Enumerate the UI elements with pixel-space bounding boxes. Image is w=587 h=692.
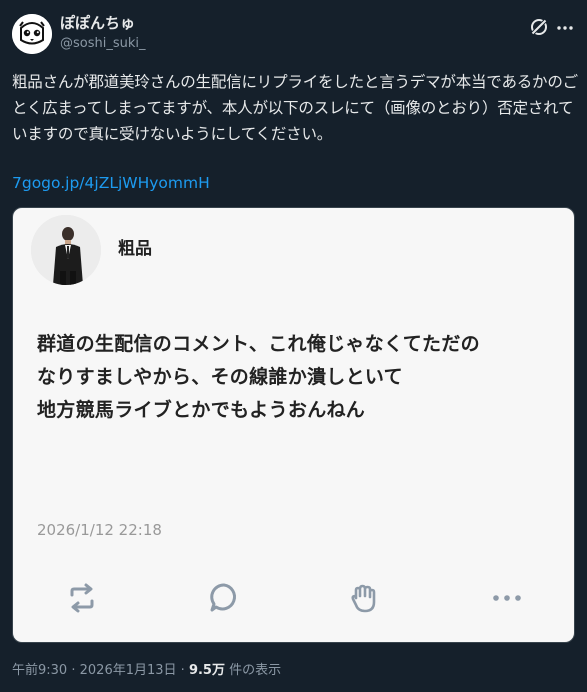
user-avatar[interactable] bbox=[12, 14, 52, 54]
card-body-line: なりすましやから、その線誰か潰しといて bbox=[37, 366, 403, 388]
tweet-meta: 午前9:30 · 2026年1月13日 · 9.5万 件の表示 bbox=[12, 661, 281, 681]
card-body-line: 地方競馬ライブとかでもようおんねん bbox=[37, 399, 366, 421]
card-body-line: 群道の生配信のコメント、これ俺じゃなくてただの bbox=[37, 333, 480, 355]
more-options-icon[interactable] bbox=[555, 18, 575, 38]
tweet-header: ぽぽんちゅ @soshi_suki_ bbox=[0, 0, 587, 64]
display-name[interactable]: ぽぽんちゅ bbox=[60, 13, 135, 33]
attached-image-card[interactable]: 粗品 群道の生配信のコメント、これ俺じゃなくてただの なりすましやから、その線誰… bbox=[12, 207, 575, 643]
tweet-date[interactable]: 2026年1月13日 bbox=[80, 663, 177, 678]
view-label: 件の表示 bbox=[229, 663, 282, 678]
grok-icon[interactable] bbox=[529, 17, 549, 37]
repost-icon[interactable] bbox=[64, 580, 100, 616]
meta-separator: · bbox=[180, 663, 185, 678]
tweet-text: 粗品さんが郡道美玲さんの生配信にリプライをしたと言うデマが本当であるかのごとく広… bbox=[12, 73, 578, 143]
avatar-illustration-icon bbox=[12, 14, 52, 54]
person-photo-icon bbox=[31, 215, 101, 285]
user-handle[interactable]: @soshi_suki_ bbox=[60, 35, 146, 53]
card-timestamp: 2026/1/12 22:18 bbox=[37, 521, 162, 539]
clap-icon[interactable] bbox=[347, 580, 383, 616]
card-body-text: 群道の生配信のコメント、これ俺じゃなくてただの なりすましやから、その線誰か潰し… bbox=[37, 328, 557, 427]
comment-icon[interactable] bbox=[206, 580, 242, 616]
tweet-time[interactable]: 午前9:30 bbox=[12, 663, 67, 678]
card-avatar bbox=[31, 215, 101, 285]
meta-separator: · bbox=[71, 663, 76, 678]
card-more-icon[interactable] bbox=[489, 580, 525, 616]
card-author-name: 粗品 bbox=[118, 239, 152, 259]
tweet-link[interactable]: 7gogo.jp/4jZLjWHyommH bbox=[12, 170, 210, 196]
view-count: 9.5万 bbox=[188, 663, 225, 678]
